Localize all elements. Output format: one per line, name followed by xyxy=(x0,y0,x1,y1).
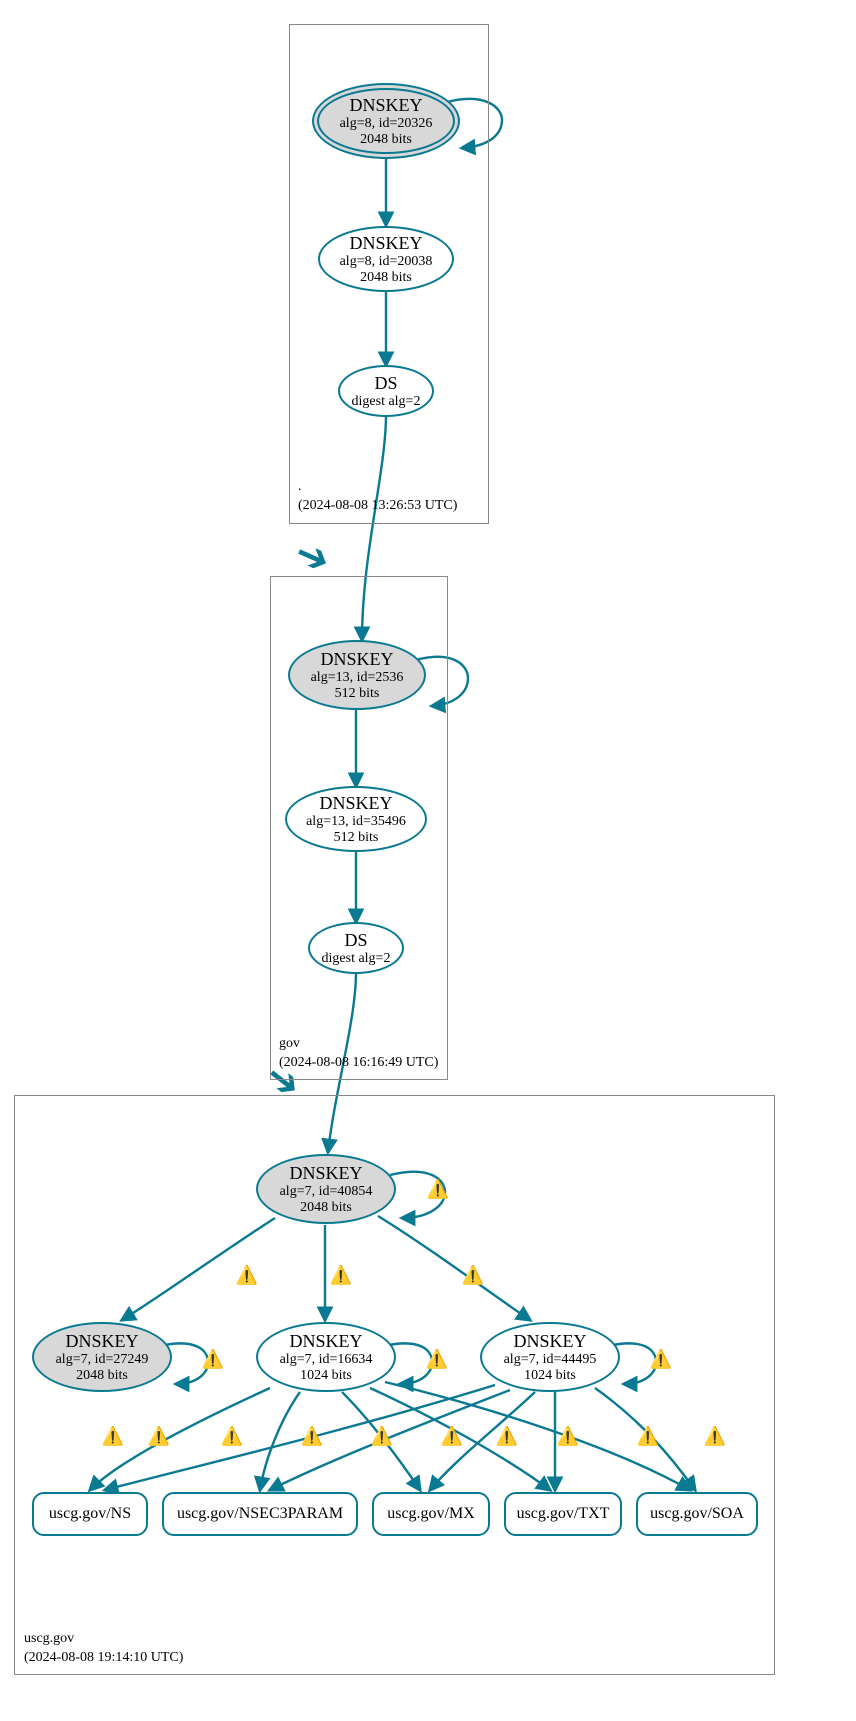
zone-uscg-label: uscg.gov (2024-08-08 19:14:10 UTC) xyxy=(24,1630,183,1668)
rrset-label: uscg.gov/SOA xyxy=(650,1505,744,1523)
warning-icon: ⚠️ xyxy=(219,1425,245,1447)
warning-icon: ⚠️ xyxy=(494,1425,520,1447)
gov-zsk: DNSKEY alg=13, id=35496 512 bits xyxy=(285,786,427,852)
warning-icon: ⚠️ xyxy=(369,1425,395,1447)
warning-icon: ⚠️ xyxy=(299,1425,325,1447)
warning-icon: ⚠️ xyxy=(425,1178,451,1200)
uscg-key-16634: DNSKEY alg=7, id=16634 1024 bits xyxy=(256,1322,396,1392)
node-line: 1024 bits xyxy=(524,1368,576,1384)
rrset-ns: uscg.gov/NS xyxy=(32,1492,148,1536)
node-title: DS xyxy=(374,373,397,394)
zone-uscg-ts: (2024-08-08 19:14:10 UTC) xyxy=(24,1649,183,1668)
warning-icon: ⚠️ xyxy=(100,1425,126,1447)
node-line: alg=7, id=27249 xyxy=(56,1352,149,1368)
rrset-nsec3param: uscg.gov/NSEC3PARAM xyxy=(162,1492,358,1536)
rrset-label: uscg.gov/MX xyxy=(387,1505,475,1523)
node-line: alg=13, id=35496 xyxy=(306,814,406,830)
node-title: DNSKEY xyxy=(513,1331,586,1352)
zone-gov-label: gov (2024-08-08 16:16:49 UTC) xyxy=(279,1035,438,1073)
node-line: alg=13, id=2536 xyxy=(311,670,404,686)
root-zsk: DNSKEY alg=8, id=20038 2048 bits xyxy=(318,226,454,292)
node-title: DNSKEY xyxy=(289,1331,362,1352)
node-line: 512 bits xyxy=(334,830,379,846)
warning-icon: ⚠️ xyxy=(439,1425,465,1447)
node-title: DNSKEY xyxy=(349,95,422,116)
rrset-txt: uscg.gov/TXT xyxy=(504,1492,622,1536)
node-line: digest alg=2 xyxy=(352,394,421,410)
node-line: alg=8, id=20038 xyxy=(340,254,433,270)
gov-ds: DS digest alg=2 xyxy=(308,922,404,974)
node-line: 512 bits xyxy=(335,686,380,702)
zone-root-ts: (2024-08-08 13:26:53 UTC) xyxy=(298,497,457,516)
warning-icon: ⚠️ xyxy=(200,1348,226,1370)
node-line: 1024 bits xyxy=(300,1368,352,1384)
node-title: DS xyxy=(344,930,367,951)
zone-root-name: . xyxy=(298,478,457,497)
root-ds: DS digest alg=2 xyxy=(338,365,434,417)
node-title: DNSKEY xyxy=(319,793,392,814)
warning-icon: ⚠️ xyxy=(635,1425,661,1447)
rrset-label: uscg.gov/NS xyxy=(49,1505,131,1523)
rrset-mx: uscg.gov/MX xyxy=(372,1492,490,1536)
zone-uscg-name: uscg.gov xyxy=(24,1630,183,1649)
gov-ksk: DNSKEY alg=13, id=2536 512 bits xyxy=(288,640,426,710)
dnssec-diagram: ➔ ➔ . (2024-08-08 13:26:53 UTC) DNSKEY a… xyxy=(0,0,856,1721)
rrset-label: uscg.gov/TXT xyxy=(517,1505,610,1523)
zone-gov-name: gov xyxy=(279,1035,438,1054)
warning-icon: ⚠️ xyxy=(555,1425,581,1447)
node-title: DNSKEY xyxy=(320,649,393,670)
rrset-soa: uscg.gov/SOA xyxy=(636,1492,758,1536)
warning-icon: ⚠️ xyxy=(648,1348,674,1370)
uscg-key-27249: DNSKEY alg=7, id=27249 2048 bits xyxy=(32,1322,172,1392)
warning-icon: ⚠️ xyxy=(460,1264,486,1286)
node-line: alg=7, id=44495 xyxy=(504,1352,597,1368)
rrset-label: uscg.gov/NSEC3PARAM xyxy=(177,1505,343,1523)
node-line: 2048 bits xyxy=(300,1200,352,1216)
node-title: DNSKEY xyxy=(349,233,422,254)
node-title: DNSKEY xyxy=(65,1331,138,1352)
warning-icon: ⚠️ xyxy=(146,1425,172,1447)
uscg-key-44495: DNSKEY alg=7, id=44495 1024 bits xyxy=(480,1322,620,1392)
warning-icon: ⚠️ xyxy=(702,1425,728,1447)
warning-icon: ⚠️ xyxy=(234,1264,260,1286)
zone-gov-ts: (2024-08-08 16:16:49 UTC) xyxy=(279,1054,438,1073)
node-line: alg=7, id=40854 xyxy=(280,1184,373,1200)
node-line: 2048 bits xyxy=(360,270,412,286)
root-ksk: DNSKEY alg=8, id=20326 2048 bits xyxy=(312,83,460,159)
zone-root-label: . (2024-08-08 13:26:53 UTC) xyxy=(298,478,457,516)
node-line: alg=8, id=20326 xyxy=(340,116,433,132)
node-line: 2048 bits xyxy=(360,132,412,148)
warning-icon: ⚠️ xyxy=(424,1348,450,1370)
node-line: digest alg=2 xyxy=(322,951,391,967)
warning-icon: ⚠️ xyxy=(328,1264,354,1286)
uscg-ksk: DNSKEY alg=7, id=40854 2048 bits xyxy=(256,1154,396,1224)
node-line: alg=7, id=16634 xyxy=(280,1352,373,1368)
node-line: 2048 bits xyxy=(76,1368,128,1384)
node-title: DNSKEY xyxy=(289,1163,362,1184)
